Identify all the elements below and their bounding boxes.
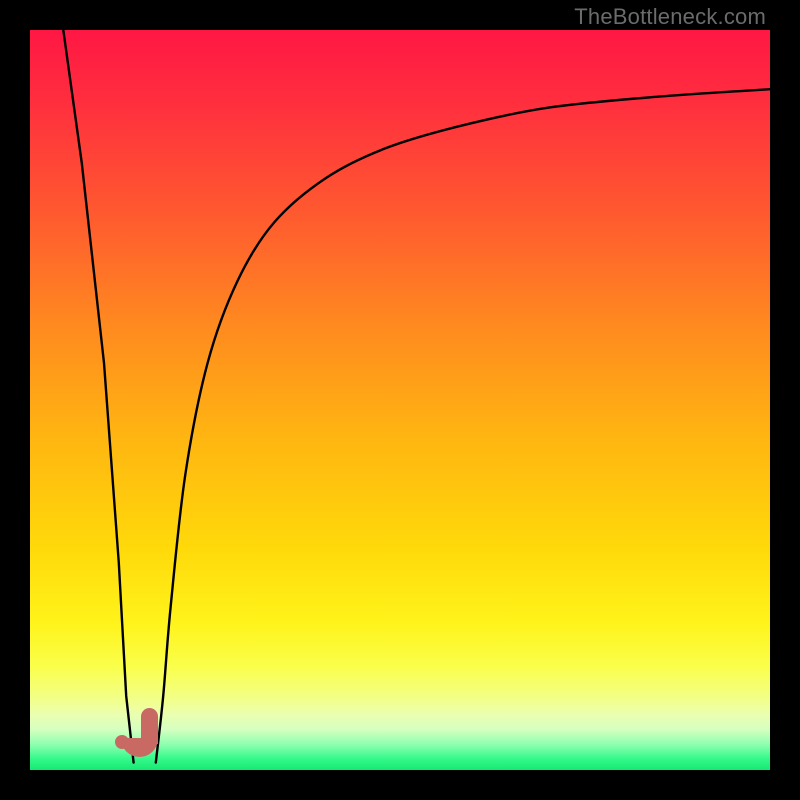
plot-area <box>30 30 770 770</box>
optimal-marker-bowl <box>121 738 158 757</box>
watermark-text: TheBottleneck.com <box>574 4 766 30</box>
outer-frame: TheBottleneck.com <box>0 0 800 800</box>
optimal-marker <box>30 30 770 770</box>
